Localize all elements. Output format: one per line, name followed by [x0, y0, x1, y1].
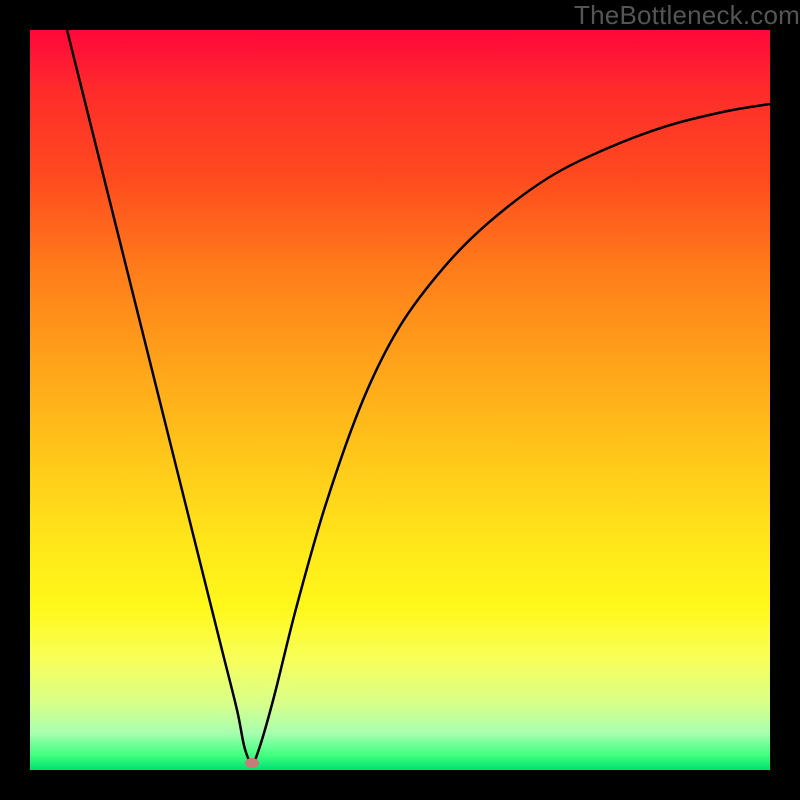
- plot-area: [30, 30, 770, 770]
- bottleneck-curve-path: [67, 30, 770, 763]
- chart-container: TheBottleneck.com: [0, 0, 800, 800]
- watermark-label: TheBottleneck.com: [574, 0, 800, 31]
- minimum-point-marker: [245, 758, 259, 768]
- curve-svg: [30, 30, 770, 770]
